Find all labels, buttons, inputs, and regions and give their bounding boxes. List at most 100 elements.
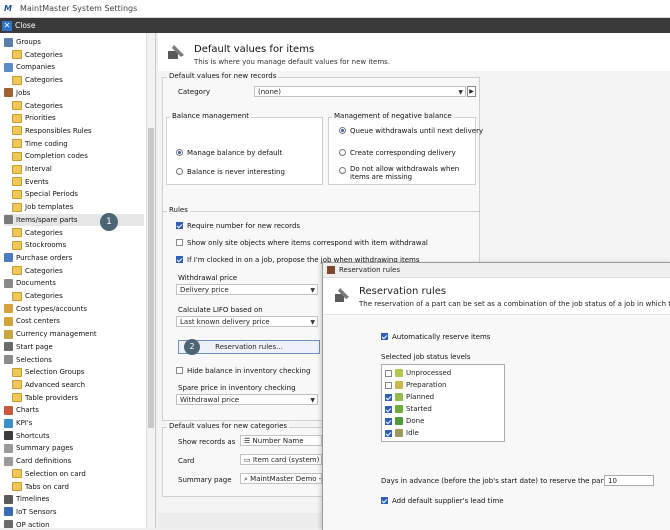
sidebar-item[interactable]: IoT Sensors [4,506,144,518]
sidebar-item[interactable]: Selection on card [12,468,144,480]
spare-price-select[interactable]: Withdrawal price ▼ [176,394,318,405]
negative-balance-title: Management of negative balance [332,112,454,120]
sidebar-item[interactable]: Purchase orders [4,252,144,264]
category-select[interactable]: (none) ▼ [254,86,466,97]
propose-job-checkbox[interactable] [176,256,183,263]
folder-icon [12,482,22,491]
sidebar-item[interactable]: Currency management [4,328,144,340]
sidebar-item[interactable]: Categories [12,227,144,239]
close-button[interactable]: ✕ Close [2,20,35,31]
status-row[interactable]: Started [385,404,432,414]
sidebar-item[interactable]: Card definitions [4,455,144,467]
status-row[interactable]: Planned [385,392,434,402]
sidebar-item[interactable]: OP action [4,519,144,528]
sidebar-item-label: Categories [25,50,63,59]
show-records-select[interactable]: ☰ Number Name [240,435,322,446]
status-checkbox[interactable] [385,405,392,413]
sidebar-item[interactable]: Categories [12,100,144,112]
status-label: Preparation [406,381,447,389]
sidebar-item[interactable]: KPI's [4,417,144,429]
status-checkbox[interactable] [385,429,392,437]
category-open-button[interactable]: ▶ [467,86,476,97]
summary-page-select[interactable]: ⌕ MaintMaster Demo - I [240,473,322,484]
sidebar-item-label: Categories [25,76,63,85]
disallow-withdrawals-radio[interactable] [339,167,346,174]
sidebar-item[interactable]: Items/spare parts [4,213,144,226]
sidebar-item[interactable]: Summary pages [4,442,144,454]
sidebar-item-label: Purchase orders [16,253,73,262]
step-badge-2: 2 [184,339,200,355]
sidebar-item[interactable]: Groups [4,36,144,48]
summary-page-label: Summary page [178,476,232,484]
job-status-list: Unprocessed Preparation Planned Started Done… [381,364,505,442]
sidebar-item[interactable]: Table providers [12,392,144,404]
balance-default-radio[interactable] [176,149,183,156]
category-icon [4,62,13,72]
queue-withdrawals-radio[interactable] [339,127,346,134]
status-icon [395,417,403,425]
status-icon [395,393,403,401]
sidebar-item-label: Advanced search [25,380,86,389]
sidebar-item[interactable]: Interval [12,163,144,175]
status-row[interactable]: Done [385,416,424,426]
sidebar-item[interactable]: Selections [4,354,144,366]
days-in-advance-input[interactable]: 10 [604,475,654,486]
folder-icon [12,189,22,199]
sidebar-item[interactable]: Categories [12,290,144,302]
card-select[interactable]: ▭ Item card (system) [240,454,322,465]
sidebar-item[interactable]: Jobs [4,87,144,99]
show-site-objects-checkbox[interactable] [176,239,183,246]
dialog-window-title: Reservation rules [339,266,400,274]
require-number-checkbox[interactable] [176,222,183,229]
sidebar-item[interactable]: Priorities [12,112,144,124]
status-checkbox[interactable] [385,393,392,401]
sidebar-item[interactable]: Charts [4,404,144,416]
sidebar-item[interactable]: Events [12,176,144,188]
sidebar-scrollbar[interactable] [146,33,155,528]
scrollbar-thumb[interactable] [148,128,154,428]
sidebar-item-label: Selections [16,355,52,364]
status-row[interactable]: Idle [385,428,419,438]
sidebar-item[interactable]: Cost centers [4,315,144,327]
rules-title: Rules [167,206,190,214]
sidebar-item[interactable]: Time coding [12,138,144,150]
status-row[interactable]: Preparation [385,380,446,390]
sidebar-item[interactable]: Timelines [4,493,144,505]
status-checkbox[interactable] [385,369,392,377]
sidebar-item[interactable]: Advanced search [12,379,144,391]
category-icon [4,342,13,352]
sidebar-item-label: Time coding [25,139,68,148]
sidebar-item[interactable]: Categories [12,49,144,61]
sidebar-item[interactable]: Shortcuts [4,430,144,442]
sidebar-item[interactable]: Completion codes [12,150,144,162]
sidebar-item[interactable]: Companies [4,61,144,73]
sidebar-item-label: Responsibles Rules [25,126,92,135]
status-checkbox[interactable] [385,417,392,425]
lead-time-checkbox[interactable] [381,497,388,504]
create-delivery-radio[interactable] [339,149,346,156]
sidebar-item[interactable]: Categories [12,74,144,86]
status-checkbox[interactable] [385,381,392,389]
sidebar-item[interactable]: Tabs on card [12,481,144,493]
sidebar-item[interactable]: Job templates [12,201,144,213]
sidebar-item[interactable]: Special Periods [12,188,144,200]
sidebar-item[interactable]: Cost types/accounts [4,303,144,315]
auto-reserve-checkbox[interactable] [381,333,388,340]
folder-icon [12,75,22,85]
sidebar-item-label: KPI's [16,419,33,427]
sidebar-item[interactable]: Selection Groups [12,366,144,378]
new-records-title: Default values for new records [167,72,279,80]
balance-never-radio[interactable] [176,168,183,175]
sidebar-item[interactable]: Responsibles Rules [12,125,144,137]
folder-icon [12,50,22,60]
status-row[interactable]: Unprocessed [385,368,451,378]
lifo-select[interactable]: Last known delivery price ▼ [176,316,318,327]
dialog-title-bar: Reservation rules [323,263,670,278]
sidebar-item[interactable]: Stockrooms [12,239,144,251]
sidebar-item-label: Companies [16,63,56,72]
sidebar-item[interactable]: Start page [4,341,144,353]
sidebar-item[interactable]: Documents [4,277,144,289]
withdrawal-price-select[interactable]: Delivery price ▼ [176,284,318,295]
sidebar-item[interactable]: Categories [12,265,144,277]
hide-balance-checkbox[interactable] [176,367,183,374]
